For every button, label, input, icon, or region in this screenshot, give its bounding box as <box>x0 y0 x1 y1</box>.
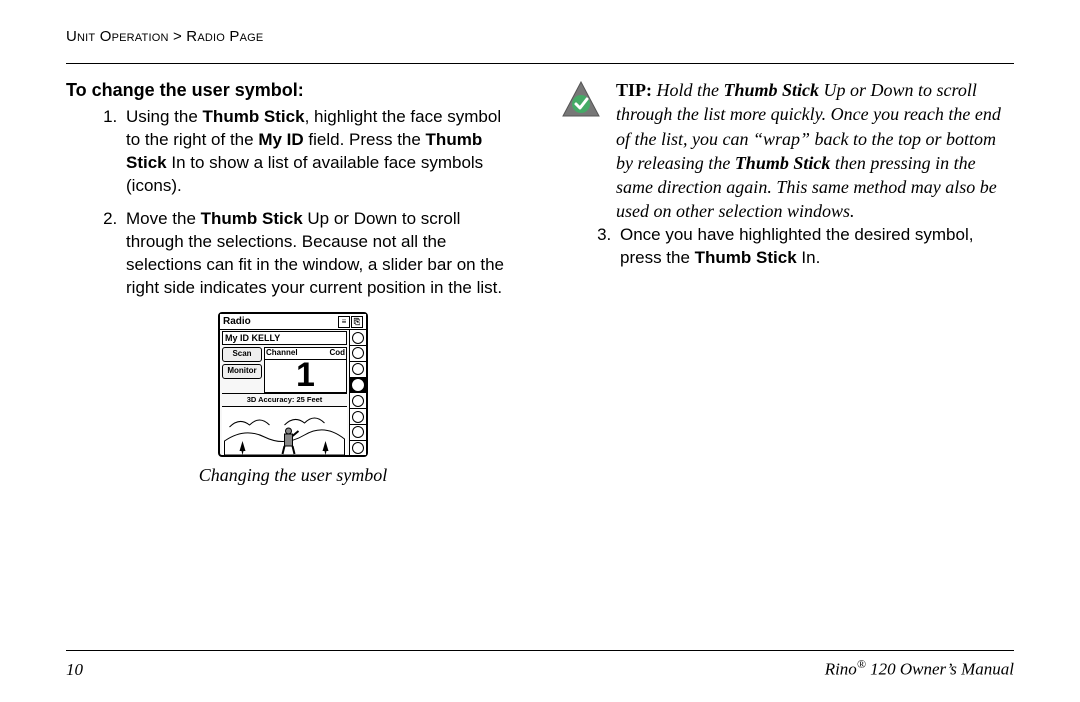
steps-list: Using the Thumb Stick, highlight the fac… <box>66 106 520 300</box>
product-name: Rino <box>825 660 857 679</box>
symbol-option <box>350 441 366 456</box>
device-screenshot: Radio ≡ ⎘ My ID KELLY <box>218 312 368 458</box>
close-icon: ⎘ <box>351 316 363 328</box>
tip-block: TIP: Hold the Thumb Stick Up or Down to … <box>560 78 1014 224</box>
device-side-buttons: Scan Monitor <box>222 347 262 393</box>
left-column: To change the user symbol: Using the Thu… <box>66 78 520 488</box>
symbol-option <box>350 393 366 409</box>
symbol-option <box>350 330 366 346</box>
steps-list-continued: Once you have highlighted the desired sy… <box>560 224 1014 270</box>
device-body: My ID KELLY Scan Monitor Cha <box>220 330 366 455</box>
device-left-panel: My ID KELLY Scan Monitor Cha <box>220 330 349 455</box>
device-scene <box>222 406 347 455</box>
step-2: Move the Thumb Stick Up or Down to scrol… <box>122 208 520 300</box>
page-footer: 10 Rino® 120 Owner’s Manual <box>66 650 1014 680</box>
step2-bold1: Thumb Stick <box>201 209 303 228</box>
channel-box: Channel Cod 1 <box>264 347 347 393</box>
step1-bold1: Thumb Stick <box>203 107 305 126</box>
tip-b1: Thumb Stick <box>724 80 820 100</box>
step-3: Once you have highlighted the desired sy… <box>616 224 1014 270</box>
tip-b2: Thumb Stick <box>735 153 831 173</box>
step3-text2: In. <box>797 248 821 267</box>
my-id-field: My ID KELLY <box>222 331 347 345</box>
step1-text4: In to show a list of available face symb… <box>126 153 483 195</box>
symbol-option-selected <box>350 378 366 394</box>
symbol-option <box>350 346 366 362</box>
figure-caption: Changing the user symbol <box>66 463 520 487</box>
step1-text: Using the <box>126 107 203 126</box>
scene-illustration <box>222 407 347 455</box>
device-title: Radio <box>223 315 251 329</box>
breadcrumb: Unit Operation > Radio Page <box>66 28 1014 45</box>
tip-label: TIP: <box>616 80 652 100</box>
divider-top <box>66 63 1014 64</box>
code-label: Cod <box>329 348 345 359</box>
step1-bold2: My ID <box>258 130 303 149</box>
figure: Radio ≡ ⎘ My ID KELLY <box>66 312 520 488</box>
symbol-option <box>350 425 366 441</box>
content-columns: To change the user symbol: Using the Thu… <box>66 78 1014 488</box>
my-id-value: KELLY <box>252 333 281 343</box>
manual-title: Rino® 120 Owner’s Manual <box>825 657 1014 680</box>
device-titlebar: Radio ≡ ⎘ <box>220 314 366 331</box>
page-number: 10 <box>66 660 83 680</box>
step3-bold1: Thumb Stick <box>695 248 797 267</box>
tip-text: TIP: Hold the Thumb Stick Up or Down to … <box>616 78 1014 224</box>
step2-text: Move the <box>126 209 201 228</box>
tip-icon-wrap <box>560 78 602 120</box>
channel-value: 1 <box>265 360 346 390</box>
symbol-option <box>350 409 366 425</box>
channel-label: Channel <box>266 348 298 359</box>
right-column: TIP: Hold the Thumb Stick Up or Down to … <box>560 78 1014 488</box>
step-1: Using the Thumb Stick, highlight the fac… <box>122 106 520 198</box>
product-suffix: 120 Owner’s Manual <box>866 660 1014 679</box>
monitor-button: Monitor <box>222 364 262 379</box>
registered-mark: ® <box>857 657 866 671</box>
accuracy-text: 3D Accuracy: 25 Feet <box>222 393 347 406</box>
tip-t1: Hold the <box>652 80 724 100</box>
symbol-option <box>350 362 366 378</box>
tip-icon <box>561 80 601 120</box>
manual-page: Unit Operation > Radio Page To change th… <box>0 0 1080 702</box>
section-title: To change the user symbol: <box>66 78 520 102</box>
my-id-label: My ID <box>225 333 249 343</box>
menu-icon: ≡ <box>338 316 350 328</box>
symbol-scroll-list <box>349 330 366 455</box>
device-title-icons: ≡ ⎘ <box>338 316 363 328</box>
scan-button: Scan <box>222 347 262 362</box>
step1-text3: field. Press the <box>304 130 426 149</box>
